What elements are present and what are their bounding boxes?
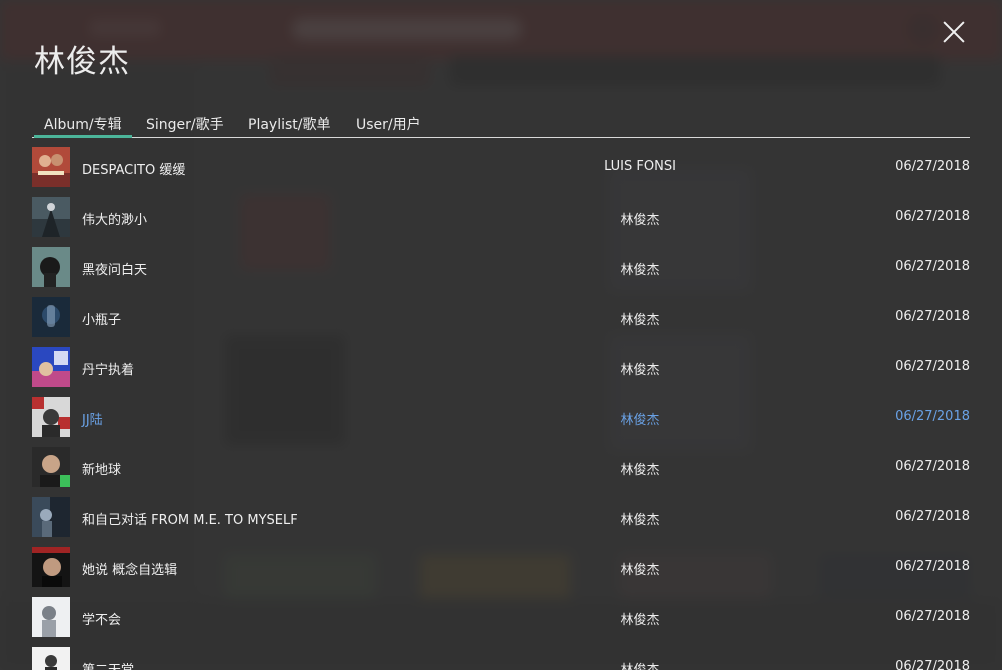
album-date: 06/27/2018 — [895, 659, 970, 670]
album-date: 06/27/2018 — [895, 309, 970, 324]
album-row[interactable]: 和自己对话 FROM M.E. TO MYSELF 林俊杰 06/27/2018 — [32, 492, 970, 542]
album-row[interactable]: 黑夜问白天 林俊杰 06/27/2018 — [32, 242, 970, 292]
album-artist[interactable]: 林俊杰 — [580, 409, 700, 428]
album-row[interactable]: 学不会 林俊杰 06/27/2018 — [32, 592, 970, 642]
album-cover — [32, 347, 70, 387]
album-artist[interactable]: 林俊杰 — [580, 509, 700, 528]
album-artist[interactable]: 林俊杰 — [580, 459, 700, 478]
album-cover — [32, 147, 70, 187]
album-date: 06/27/2018 — [895, 409, 970, 424]
album-date: 06/27/2018 — [895, 159, 970, 174]
search-tabs: Album/专辑 Singer/歌手 Playlist/歌单 User/用户 — [32, 108, 970, 138]
album-cover — [32, 497, 70, 537]
album-date: 06/27/2018 — [895, 559, 970, 574]
album-title: 丹宁执着 — [82, 363, 135, 378]
album-date: 06/27/2018 — [895, 359, 970, 374]
album-result-list: DESPACITO 缓缓 LUIS FONSI 06/27/2018 伟大的渺小… — [32, 142, 970, 670]
album-title: 新地球 — [82, 463, 122, 478]
album-cover — [32, 197, 70, 237]
album-row[interactable]: 她说 概念自选辑 林俊杰 06/27/2018 — [32, 542, 970, 592]
album-cover — [32, 597, 70, 637]
album-artist[interactable]: 林俊杰 — [580, 259, 700, 278]
album-date: 06/27/2018 — [895, 609, 970, 624]
album-date: 06/27/2018 — [895, 459, 970, 474]
album-artist[interactable]: 林俊杰 — [580, 559, 700, 578]
album-row[interactable]: 丹宁执着 林俊杰 06/27/2018 — [32, 342, 970, 392]
album-row[interactable]: 小瓶子 林俊杰 06/27/2018 — [32, 292, 970, 342]
album-cover — [32, 547, 70, 587]
album-row[interactable]: 新地球 林俊杰 06/27/2018 — [32, 442, 970, 492]
album-title: 伟大的渺小 — [82, 213, 148, 228]
close-icon[interactable] — [940, 18, 968, 46]
tab-playlist[interactable]: Playlist/歌单 — [248, 114, 330, 136]
album-title: 第二天堂 — [82, 659, 134, 670]
album-row[interactable]: JJ陆 林俊杰 06/27/2018 — [32, 392, 970, 442]
album-title: 她说 概念自选辑 — [82, 563, 178, 578]
album-row[interactable]: 第二天堂 林俊杰 06/27/2018 — [32, 642, 970, 670]
album-date: 06/27/2018 — [895, 259, 970, 274]
album-title: DESPACITO 缓缓 — [82, 163, 186, 178]
album-cover — [32, 647, 70, 670]
tab-user[interactable]: User/用户 — [356, 114, 421, 136]
album-date: 06/27/2018 — [895, 209, 970, 224]
album-cover — [32, 397, 70, 437]
album-cover — [32, 447, 70, 487]
album-artist[interactable]: 林俊杰 — [580, 659, 700, 670]
album-title: 小瓶子 — [82, 313, 122, 328]
album-title: 学不会 — [82, 613, 122, 628]
tab-album[interactable]: Album/专辑 — [34, 114, 132, 138]
album-title: 黑夜问白天 — [82, 263, 148, 278]
album-row[interactable]: 伟大的渺小 林俊杰 06/27/2018 — [32, 192, 970, 242]
album-artist[interactable]: 林俊杰 — [580, 359, 700, 378]
album-title: JJ陆 — [82, 413, 103, 428]
search-query-title: 林俊杰 — [34, 44, 130, 80]
album-date: 06/27/2018 — [895, 509, 970, 524]
album-artist[interactable]: LUIS FONSI — [580, 159, 700, 174]
tab-singer[interactable]: Singer/歌手 — [146, 114, 224, 136]
album-artist[interactable]: 林俊杰 — [580, 309, 700, 328]
album-artist[interactable]: 林俊杰 — [580, 209, 700, 228]
album-row[interactable]: DESPACITO 缓缓 LUIS FONSI 06/27/2018 — [32, 142, 970, 192]
album-cover — [32, 247, 70, 287]
album-title: 和自己对话 FROM M.E. TO MYSELF — [82, 513, 298, 528]
album-artist[interactable]: 林俊杰 — [580, 609, 700, 628]
album-cover — [32, 297, 70, 337]
